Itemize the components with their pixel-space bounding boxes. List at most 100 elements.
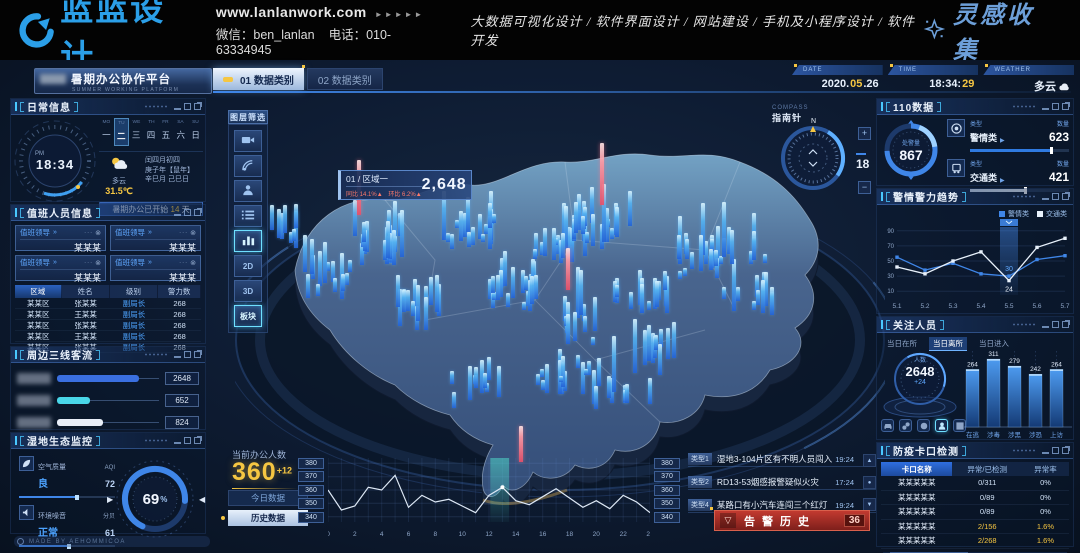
target-icon[interactable] bbox=[917, 419, 930, 432]
layer-button-list[interactable] bbox=[234, 205, 262, 227]
window-icon[interactable] bbox=[184, 351, 191, 358]
speaker-icon bbox=[19, 505, 34, 520]
panel-title: 值班人员信息 bbox=[27, 205, 93, 220]
svg-text:0: 0 bbox=[328, 531, 330, 538]
scroll-up-button[interactable]: ▲ bbox=[863, 454, 876, 467]
checkpoint-col-header[interactable]: 异常率 bbox=[1022, 462, 1069, 476]
link-icon[interactable] bbox=[899, 419, 912, 432]
scroll-mid-button[interactable]: ● bbox=[863, 476, 876, 489]
gauge-right-arrow[interactable]: ◀ bbox=[199, 495, 205, 504]
expand-icon[interactable] bbox=[194, 437, 201, 444]
layer-button-person[interactable] bbox=[234, 180, 262, 202]
minimize-icon[interactable] bbox=[1042, 108, 1049, 110]
week-row: MO一TU二WE三TH四FR五SA六SU日 bbox=[99, 118, 203, 146]
window-icon[interactable] bbox=[1052, 321, 1059, 328]
duty-card: 值班领导»···⊗某某某 bbox=[110, 255, 201, 281]
focus-category-icons bbox=[881, 419, 966, 432]
minimize-icon[interactable] bbox=[1042, 326, 1049, 328]
layer-button-2D[interactable]: 2D bbox=[234, 255, 262, 277]
alert-type-badge: 类型4 bbox=[688, 499, 712, 511]
panel-daily-info: 日常信息 PM 18:34 MO一TU二WE三TH四FR五SA六SU日 bbox=[10, 98, 206, 202]
close-icon[interactable]: ⊗ bbox=[95, 259, 101, 267]
duty-col-header[interactable]: 警力数 bbox=[158, 285, 201, 298]
window-icon[interactable] bbox=[1052, 193, 1059, 200]
zoom-out-button[interactable]: − bbox=[858, 181, 871, 194]
duty-col-header[interactable]: 级别 bbox=[110, 285, 158, 298]
more-icon[interactable]: ··· bbox=[84, 230, 93, 236]
expand-icon[interactable] bbox=[194, 103, 201, 110]
checkpoint-col-header[interactable]: 卡口名称 bbox=[881, 462, 952, 476]
window-icon[interactable] bbox=[184, 209, 191, 216]
svg-text:30: 30 bbox=[1005, 266, 1013, 273]
flow-value: 2648 bbox=[165, 372, 199, 385]
window-icon[interactable] bbox=[1052, 447, 1059, 454]
today-data-button[interactable]: 今日数据 bbox=[228, 490, 308, 506]
svg-text:10: 10 bbox=[459, 531, 467, 538]
week-day: TH四 bbox=[144, 118, 159, 146]
expand-icon[interactable] bbox=[194, 209, 201, 216]
wechat-label: 微信：ben_lanlan bbox=[216, 28, 315, 42]
header-tick bbox=[15, 102, 17, 111]
more-icon[interactable]: ··· bbox=[179, 230, 188, 236]
header-tick bbox=[881, 446, 883, 455]
alert-item[interactable]: 类型1湿地3-104片区有不明人员闯入19:24 bbox=[688, 452, 876, 467]
y-tick: 340 bbox=[298, 512, 324, 523]
website-link[interactable]: www.lanlanwork.com bbox=[216, 4, 367, 20]
window-icon[interactable] bbox=[184, 103, 191, 110]
gauge-left-arrow[interactable]: ▶ bbox=[107, 495, 113, 504]
alert-item[interactable]: 类型2RD13-53烟感报警疑似火灾17:24 bbox=[688, 475, 876, 490]
close-icon[interactable]: ⊗ bbox=[190, 259, 196, 267]
topbar-info: DATE 2020.05.26 TIME 18:34:29 WEATHER 多云 bbox=[792, 65, 1074, 94]
layer-button-板块[interactable]: 板块 bbox=[234, 305, 262, 327]
minimize-icon[interactable] bbox=[174, 356, 181, 358]
panel-eco-monitor: 湿地生态监控 空气质量良 AQI72 环境噪音正常 分贝61 69% ▶ ◀ bbox=[10, 432, 206, 534]
minimize-icon[interactable] bbox=[1042, 452, 1049, 454]
layer-button-chart[interactable] bbox=[234, 230, 262, 252]
compass-north: N bbox=[811, 118, 816, 125]
air-quality-row: 空气质量良 AQI72 bbox=[19, 456, 115, 498]
history-data-button[interactable]: 历史数据 bbox=[228, 510, 308, 526]
checkpoint-col-header[interactable]: 异常/已检测 bbox=[952, 462, 1022, 476]
chart-icon bbox=[241, 234, 255, 248]
blurred-label bbox=[17, 417, 51, 428]
minimize-icon[interactable] bbox=[174, 108, 181, 110]
duty-card: 值班领导»···⊗某某某 bbox=[15, 255, 106, 281]
tab-data-category-2[interactable]: 02 数据类别 bbox=[307, 68, 383, 90]
expand-icon[interactable] bbox=[1062, 103, 1069, 110]
duty-card: 值班领导»···⊗某某某 bbox=[110, 225, 201, 251]
person-icon[interactable] bbox=[935, 419, 948, 432]
zoom-in-button[interactable]: + bbox=[858, 127, 871, 140]
expand-icon[interactable] bbox=[1062, 193, 1069, 200]
compass-dial[interactable] bbox=[778, 123, 848, 193]
checkpoint-row: 某某某某某0/890% bbox=[881, 505, 1069, 520]
close-icon[interactable]: ⊗ bbox=[95, 229, 101, 237]
svg-text:10: 10 bbox=[887, 289, 894, 295]
minimize-icon[interactable] bbox=[174, 442, 181, 444]
svg-text:311: 311 bbox=[988, 351, 999, 358]
tab-data-category-1[interactable]: 01 数据类别 bbox=[213, 68, 304, 90]
platform-title-block: 暑期办公协作平台 SUMMER WORKING PLATFORM bbox=[34, 68, 212, 94]
checkpoint-row: 某某某某某0/3110% bbox=[881, 476, 1069, 491]
arrows-decoration: ►►►►► bbox=[375, 10, 425, 19]
more-icon[interactable]: ··· bbox=[84, 260, 93, 266]
window-icon[interactable] bbox=[184, 437, 191, 444]
minimize-icon[interactable] bbox=[1042, 198, 1049, 200]
alert-scroll-controls: ▲ ● ▼ bbox=[863, 454, 876, 511]
layer-button-radar[interactable] bbox=[234, 155, 262, 177]
blurred-label bbox=[17, 395, 51, 406]
warning-icon: ▽ bbox=[720, 513, 736, 528]
minimize-icon[interactable] bbox=[174, 214, 181, 216]
window-icon[interactable] bbox=[1052, 103, 1059, 110]
alert-history-button[interactable]: ▽ 告警历史 36 bbox=[714, 510, 870, 531]
close-icon[interactable]: ⊗ bbox=[190, 229, 196, 237]
duty-col-header[interactable]: 区域 bbox=[15, 285, 62, 298]
layer-button-camera[interactable] bbox=[234, 130, 262, 152]
car-icon[interactable] bbox=[881, 419, 894, 432]
inspiration-collect[interactable]: 灵感收集 bbox=[922, 0, 1056, 65]
layer-button-3D[interactable]: 3D bbox=[234, 280, 262, 302]
duty-col-header[interactable]: 姓名 bbox=[62, 285, 110, 298]
expand-icon[interactable] bbox=[1062, 321, 1069, 328]
expand-icon[interactable] bbox=[1062, 447, 1069, 454]
more-icon[interactable]: ··· bbox=[179, 260, 188, 266]
expand-icon[interactable] bbox=[194, 351, 201, 358]
